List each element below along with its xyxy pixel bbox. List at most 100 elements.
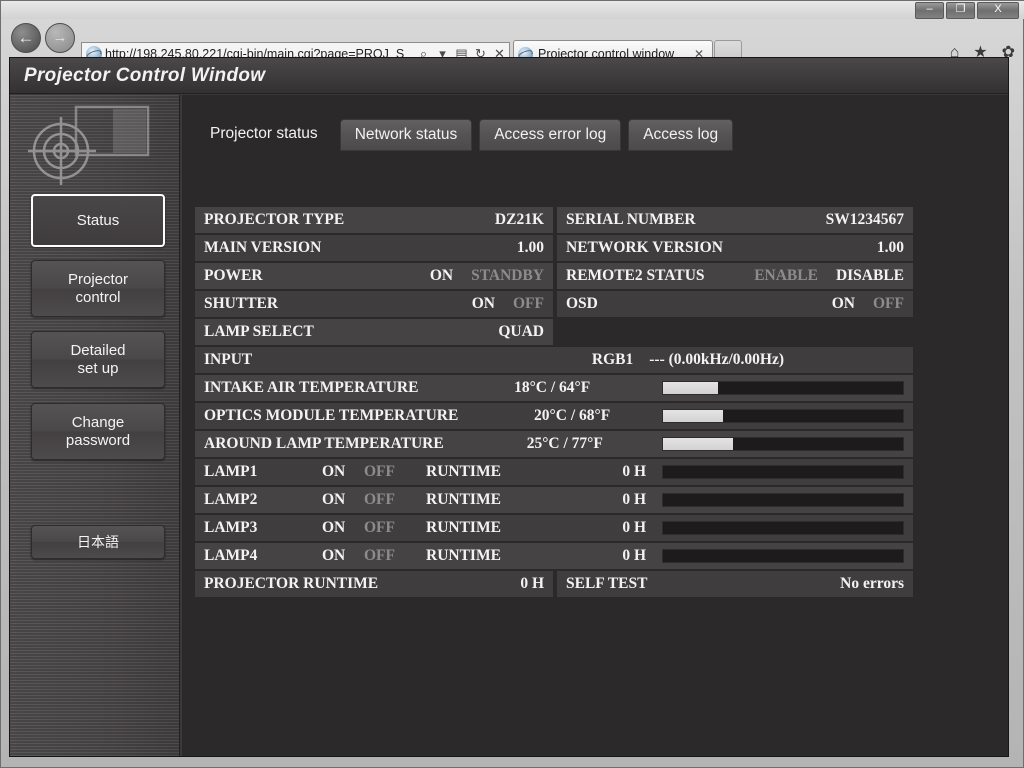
lamp1-runtime-bar <box>662 465 904 479</box>
table-row: AROUND LAMP TEMPERATURE 25°C / 77°F <box>195 431 913 457</box>
input-signal-value: RGB1 <box>591 351 634 368</box>
projector-status-table: PROJECTOR TYPE DZ21K SERIAL NUMBER SW123… <box>195 207 913 599</box>
self-test-value: No errors <box>840 575 904 592</box>
network-version-value: 1.00 <box>876 239 904 256</box>
lamp2-on-value: ON <box>322 491 346 508</box>
input-frequency-value: --- (0.00kHz/0.00Hz) <box>649 351 784 368</box>
input-cell: INPUT RGB1 --- (0.00kHz/0.00Hz) <box>195 347 913 373</box>
intake-air-temperature-bar <box>661 381 904 395</box>
osd-off-value: OFF <box>873 295 904 312</box>
status-tab-strip: Projector status Network status Access e… <box>195 117 734 151</box>
browser-navigation-bar: ← → http://198.245.80.221/cgi-bin/main.c… <box>1 19 1024 67</box>
minimize-button[interactable]: – <box>915 2 944 19</box>
projector-type-label: PROJECTOR TYPE <box>204 211 345 228</box>
around-lamp-temperature-value: 25°C / 77°F <box>526 435 603 452</box>
power-label: POWER <box>204 267 263 284</box>
serial-number-cell: SERIAL NUMBER SW1234567 <box>557 207 913 233</box>
lamp3-label: LAMP3 <box>204 519 258 536</box>
osd-label: OSD <box>566 295 598 312</box>
lamp4-cell: LAMP4 ON OFF RUNTIME 0 H <box>195 543 913 569</box>
table-row: PROJECTOR RUNTIME 0 H SELF TEST No error… <box>195 571 913 597</box>
lamp-select-cell: LAMP SELECT QUAD <box>195 319 553 345</box>
sidebar-item-label: Projector control <box>67 271 129 306</box>
lamp4-off-value: OFF <box>364 547 395 564</box>
projector-web-page: Projector Control Window Status Projecto… <box>9 57 1009 757</box>
lamp-select-label: LAMP SELECT <box>204 323 314 340</box>
projector-type-cell: PROJECTOR TYPE DZ21K <box>195 207 553 233</box>
power-standby-value: STANDBY <box>471 267 544 284</box>
osd-on-value: ON <box>831 295 855 312</box>
lamp1-on-value: ON <box>322 463 346 480</box>
shutter-label: SHUTTER <box>204 295 279 312</box>
remote2-status-cell: REMOTE2 STATUS ENABLE DISABLE <box>557 263 913 289</box>
table-row: INPUT RGB1 --- (0.00kHz/0.00Hz) <box>195 347 913 373</box>
maximize-button[interactable]: ❐ <box>946 2 975 19</box>
lamp3-runtime-value: 0 H <box>622 519 646 536</box>
main-version-value: 1.00 <box>516 239 544 256</box>
lamp1-off-value: OFF <box>364 463 395 480</box>
content-panel: Projector status Network status Access e… <box>182 95 1008 756</box>
optics-module-temperature-bar <box>662 409 904 423</box>
lamp3-on-value: ON <box>322 519 346 536</box>
forward-icon[interactable]: → <box>45 23 75 53</box>
self-test-label: SELF TEST <box>566 575 648 592</box>
lamp1-runtime-value: 0 H <box>622 463 646 480</box>
intake-air-temperature-cell: INTAKE AIR TEMPERATURE 18°C / 64°F <box>195 375 913 401</box>
shutter-off-value: OFF <box>513 295 544 312</box>
back-icon[interactable]: ← <box>11 23 41 53</box>
sidebar-item-status[interactable]: Status <box>31 194 165 247</box>
sidebar-item-label: Detailed set up <box>70 342 126 377</box>
shutter-on-value: ON <box>471 295 495 312</box>
main-version-cell: MAIN VERSION 1.00 <box>195 235 553 261</box>
table-row: OPTICS MODULE TEMPERATURE 20°C / 68°F <box>195 403 913 429</box>
bar-fill <box>662 382 719 394</box>
table-row: LAMP1 ON OFF RUNTIME 0 H <box>195 459 913 485</box>
lamp2-runtime-value: 0 H <box>622 491 646 508</box>
lamp4-runtime-value: 0 H <box>622 547 646 564</box>
table-row: INTAKE AIR TEMPERATURE 18°C / 64°F <box>195 375 913 401</box>
table-row: POWER ON STANDBY REMOTE2 STATUS ENABLE D… <box>195 263 913 289</box>
close-button[interactable]: X <box>977 2 1019 19</box>
lamp1-label: LAMP1 <box>204 463 258 480</box>
around-lamp-temperature-cell: AROUND LAMP TEMPERATURE 25°C / 77°F <box>195 431 913 457</box>
tab-network-status[interactable]: Network status <box>339 119 473 151</box>
table-row: LAMP4 ON OFF RUNTIME 0 H <box>195 543 913 569</box>
intake-air-temperature-value: 18°C / 64°F <box>514 379 591 396</box>
around-lamp-temperature-bar <box>662 437 904 451</box>
table-row: LAMP2 ON OFF RUNTIME 0 H <box>195 487 913 513</box>
input-label: INPUT <box>204 351 253 368</box>
network-version-cell: NETWORK VERSION 1.00 <box>557 235 913 261</box>
tab-projector-status[interactable]: Projector status <box>195 117 333 151</box>
sidebar-item-label: Change password <box>65 414 131 449</box>
projector-runtime-cell: PROJECTOR RUNTIME 0 H <box>195 571 553 597</box>
browser-titlebar: – ❐ X <box>1 1 1024 19</box>
lamp2-runtime-label: RUNTIME <box>426 491 501 508</box>
projector-runtime-label: PROJECTOR RUNTIME <box>204 575 379 592</box>
projector-logo-icon <box>28 105 150 185</box>
lamp1-cell: LAMP1 ON OFF RUNTIME 0 H <box>195 459 913 485</box>
lamp2-label: LAMP2 <box>204 491 258 508</box>
optics-module-temperature-label: OPTICS MODULE TEMPERATURE <box>204 407 459 424</box>
remote2-enable-value: ENABLE <box>754 267 818 284</box>
projector-runtime-value: 0 H <box>520 575 544 592</box>
remote2-status-label: REMOTE2 STATUS <box>566 267 705 284</box>
projector-type-value: DZ21K <box>494 211 544 228</box>
lamp3-cell: LAMP3 ON OFF RUNTIME 0 H <box>195 515 913 541</box>
table-row: LAMP3 ON OFF RUNTIME 0 H <box>195 515 913 541</box>
sidebar-item-change-password[interactable]: Change password <box>31 403 165 460</box>
sidebar-item-detailed-set-up[interactable]: Detailed set up <box>31 331 165 388</box>
sidebar: Status Projector control Detailed set up C… <box>10 95 180 756</box>
network-version-label: NETWORK VERSION <box>566 239 723 256</box>
lamp2-cell: LAMP2 ON OFF RUNTIME 0 H <box>195 487 913 513</box>
main-version-label: MAIN VERSION <box>204 239 322 256</box>
tab-access-error-log[interactable]: Access error log <box>479 119 622 151</box>
sidebar-item-projector-control[interactable]: Projector control <box>31 260 165 317</box>
lamp3-runtime-label: RUNTIME <box>426 519 501 536</box>
lamp3-runtime-bar <box>662 521 904 535</box>
tab-access-log[interactable]: Access log <box>628 119 734 151</box>
table-row: SHUTTER ON OFF OSD ON OFF <box>195 291 913 317</box>
serial-number-value: SW1234567 <box>825 211 904 228</box>
sidebar-item-japanese[interactable]: 日本語 <box>31 525 165 559</box>
power-cell: POWER ON STANDBY <box>195 263 553 289</box>
around-lamp-temperature-label: AROUND LAMP TEMPERATURE <box>204 435 444 452</box>
